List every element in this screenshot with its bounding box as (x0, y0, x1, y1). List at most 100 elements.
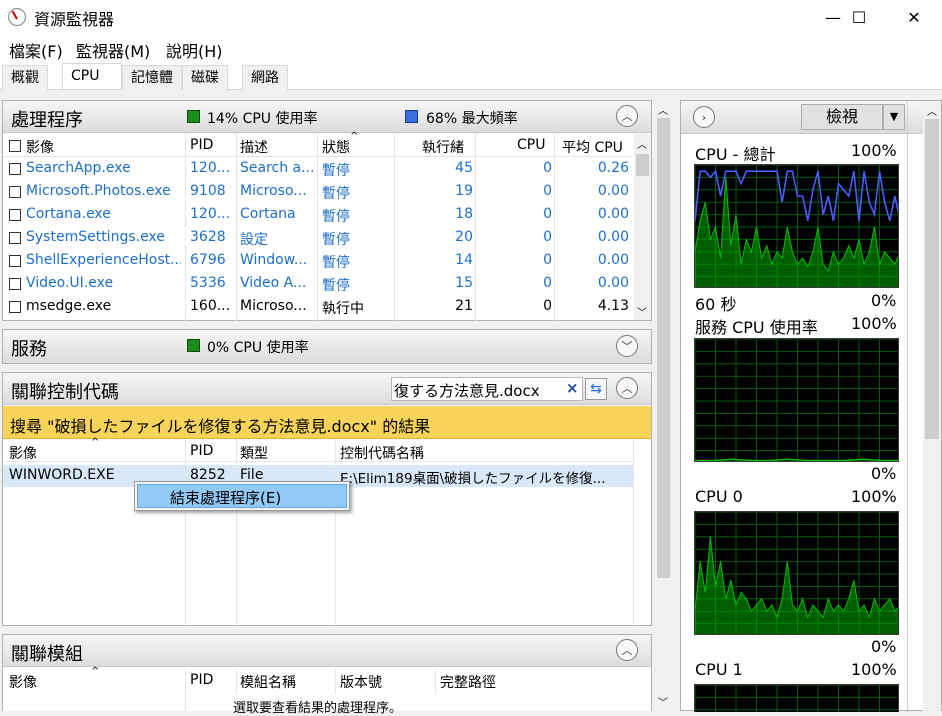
column-divider (335, 440, 336, 626)
row-checkbox[interactable] (9, 232, 21, 244)
chevron-up-icon[interactable]: ︿ (616, 105, 638, 127)
processes-scrollbar[interactable]: ︿ ﹀ (634, 134, 651, 320)
services-header[interactable]: 服務 0% CPU 使用率 ﹀ (3, 330, 651, 363)
menu-monitor[interactable]: 監視器(M) (76, 38, 150, 62)
menu-help[interactable]: 說明(H) (166, 38, 223, 62)
table-row[interactable]: Cortana.exe 120... Cortana 暫停 18 0 0.00 (3, 204, 633, 227)
scroll-up-icon[interactable]: ︿ (637, 136, 647, 151)
row-checkbox[interactable] (9, 301, 21, 313)
cell-pid: 3628 (190, 229, 226, 245)
col-image[interactable]: 影像 (26, 137, 54, 157)
scroll-thumb[interactable] (636, 154, 649, 176)
tab-network[interactable]: 網路 (242, 65, 288, 90)
handles-column-header: 影像 ^ PID 類型 控制代碼名稱 (3, 437, 633, 463)
table-row[interactable]: Microsoft.Photos.exe 9108 Microso... 暫停 19 0 0… (3, 181, 633, 204)
processes-header[interactable]: 處理程序 14% CPU 使用率 68% 最大頻率 ︿ (3, 101, 651, 133)
scroll-down-icon[interactable]: ﹀ (658, 694, 668, 709)
chevron-down-icon[interactable]: ﹀ (616, 335, 638, 357)
sort-indicator-icon: ^ (350, 131, 359, 142)
cell-threads: 14 (455, 252, 473, 268)
graph-max: 100% (851, 660, 897, 679)
resource-monitor-icon (8, 8, 26, 26)
scroll-up-icon[interactable]: ︿ (658, 102, 668, 117)
processes-column-header: 影像 PID 描述 狀態 ^ 執行緒 CPU 平均 CPU (3, 131, 633, 157)
col-pid[interactable]: PID (190, 443, 213, 459)
view-dropdown-icon[interactable]: ▼ (883, 104, 905, 130)
scroll-thumb[interactable] (925, 119, 939, 439)
tab-memory[interactable]: 記憶體 (122, 65, 182, 90)
handles-header[interactable]: 關聯控制代碼 復する方法意見.docx × ⇆ ︿ (3, 373, 651, 405)
table-row[interactable]: msedge.exe 160... Microso... 執行中 21 0 4.13 (3, 296, 633, 319)
cell-desc: Video A... (240, 275, 307, 291)
col-image[interactable]: 影像 (9, 672, 37, 692)
table-row[interactable]: SystemSettings.exe 3628 設定 暫停 20 0 0.00 (3, 227, 633, 250)
scroll-thumb[interactable] (657, 118, 670, 578)
view-button[interactable]: 檢視 (801, 104, 883, 130)
search-value: 復する方法意見.docx (394, 382, 540, 400)
cell-threads: 21 (455, 298, 473, 314)
modules-header[interactable]: 關聯模組 ︿ (3, 635, 651, 667)
column-divider (185, 134, 186, 322)
cell-status: 暫停 (322, 209, 350, 225)
col-threads[interactable]: 執行緒 (422, 137, 464, 157)
cell-image: ShellExperienceHost.... (26, 252, 181, 268)
table-row[interactable]: SearchApp.exe 120... Search a... 暫停 45 0 0.26 (3, 158, 633, 181)
row-checkbox[interactable] (9, 255, 21, 267)
refresh-search-icon[interactable]: ⇆ (585, 378, 607, 400)
services-cpu-graph (694, 338, 899, 462)
col-pid[interactable]: PID (190, 137, 213, 153)
col-full-path[interactable]: 完整路徑 (440, 672, 496, 692)
clear-search-icon[interactable]: × (566, 379, 579, 397)
col-type[interactable]: 類型 (240, 443, 268, 463)
chevron-up-icon[interactable]: ︿ (616, 639, 638, 661)
graph-min: 0% (871, 291, 897, 310)
chevron-right-icon[interactable]: › (693, 106, 715, 128)
chevron-up-icon[interactable]: ︿ (616, 377, 638, 399)
col-description[interactable]: 描述 (240, 137, 268, 157)
row-checkbox[interactable] (9, 163, 21, 175)
column-divider (435, 668, 436, 694)
col-status[interactable]: 狀態 (322, 137, 350, 157)
processes-table-body: SearchApp.exe 120... Search a... 暫停 45 0 0.26 M… (3, 158, 633, 321)
close-button[interactable]: ✕ (891, 0, 937, 36)
tab-disk[interactable]: 磁碟 (182, 65, 228, 90)
services-panel: 服務 0% CPU 使用率 ﹀ (2, 329, 652, 364)
column-divider (633, 440, 634, 626)
menu-file[interactable]: 檔案(F) (9, 38, 63, 62)
row-checkbox[interactable] (9, 209, 21, 221)
maximize-button[interactable]: ☐ (836, 0, 882, 36)
graph-pane-scrollbar[interactable]: ︿ (923, 101, 941, 712)
graph-max: 100% (851, 314, 897, 333)
end-process-menu-item[interactable]: 結束處理程序(E) (137, 484, 347, 508)
col-avg-cpu[interactable]: 平均 CPU (562, 137, 623, 157)
search-result-banner: 搜尋 "破損したファイルを修復する方法意見.docx" 的結果 (3, 406, 651, 439)
handles-search-input[interactable]: 復する方法意見.docx × (391, 377, 583, 401)
cell-desc: 設定 (240, 232, 268, 248)
tab-cpu[interactable]: CPU (62, 63, 122, 89)
col-cpu[interactable]: CPU (517, 137, 545, 153)
main-scrollbar[interactable]: ︿ ﹀ (655, 100, 672, 711)
cpu1-graph (694, 684, 899, 712)
sort-indicator-icon: ^ (91, 666, 100, 677)
tab-overview[interactable]: 概觀 (2, 65, 48, 90)
services-cpu-legend-icon (187, 339, 200, 352)
col-pid[interactable]: PID (190, 672, 213, 688)
table-row[interactable]: Video.UI.exe 5336 Video A... 暫停 15 0 0.00 (3, 273, 633, 296)
graph-min: 0% (871, 464, 897, 483)
col-handle-name[interactable]: 控制代碼名稱 (340, 443, 424, 463)
row-checkbox[interactable] (9, 278, 21, 290)
cell-pid: 6796 (190, 252, 226, 268)
select-all-checkbox[interactable] (9, 140, 21, 152)
col-version[interactable]: 版本號 (340, 672, 382, 692)
table-row[interactable]: ShellExperienceHost.... 6796 Window... 暫停 14… (3, 250, 633, 273)
row-checkbox[interactable] (9, 186, 21, 198)
cell-image: Video.UI.exe (26, 275, 114, 291)
scroll-up-icon[interactable]: ︿ (927, 103, 937, 118)
cell-threads: 20 (455, 229, 473, 245)
col-module-name[interactable]: 模組名稱 (240, 672, 296, 692)
col-image[interactable]: 影像 (9, 443, 37, 463)
cell-image: msedge.exe (26, 298, 112, 314)
scroll-down-icon[interactable]: ﹀ (637, 304, 647, 319)
processes-title: 處理程序 (11, 110, 83, 131)
graph-title: 服務 CPU 使用率 (695, 318, 818, 337)
